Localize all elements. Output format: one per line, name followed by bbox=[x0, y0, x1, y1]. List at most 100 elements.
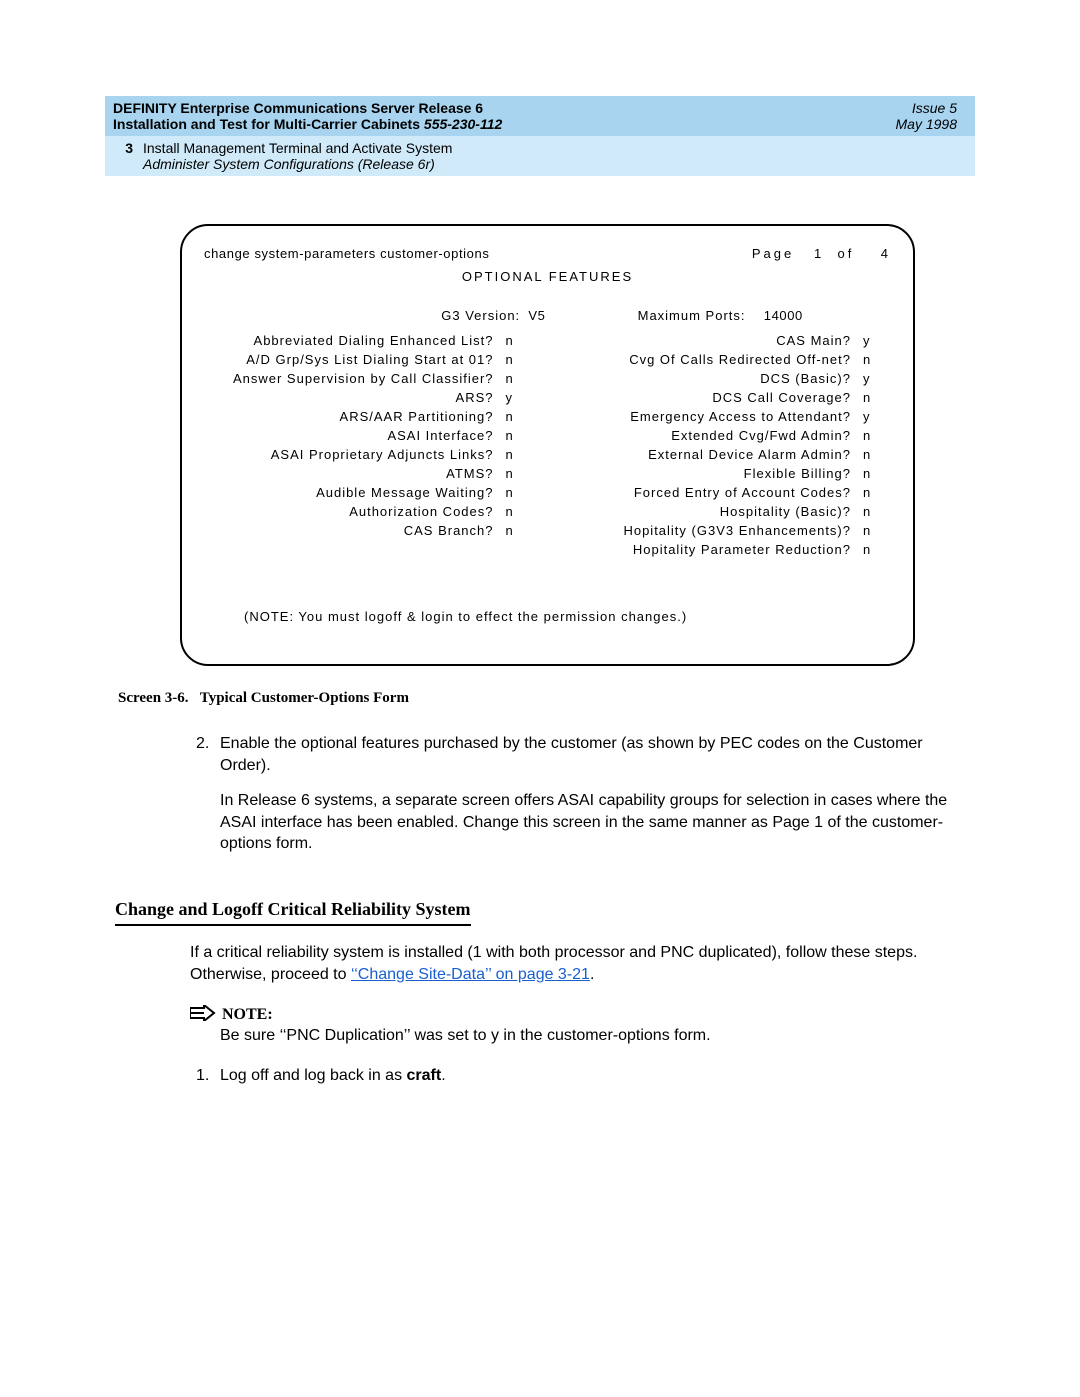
field-value: n bbox=[494, 485, 534, 500]
field-value: n bbox=[494, 409, 534, 424]
field-label: ARS/AAR Partitioning? bbox=[340, 409, 494, 424]
field-label: DCS (Basic)? bbox=[760, 371, 851, 386]
field-label: External Device Alarm Admin? bbox=[648, 447, 851, 462]
field-value: n bbox=[851, 390, 891, 405]
note-text-a: Be sure ‘‘PNC Duplication’’ bbox=[220, 1027, 410, 1044]
field-label: CAS Main? bbox=[776, 333, 851, 348]
chapter-title: Install Management Terminal and Activate… bbox=[143, 140, 452, 156]
step-1-text-c: . bbox=[441, 1067, 445, 1084]
field-value: n bbox=[494, 447, 534, 462]
terminal-field: CAS Main?y bbox=[562, 333, 892, 348]
terminal-command: change system-parameters customer-option… bbox=[204, 246, 752, 261]
note-block: NOTE: bbox=[190, 999, 975, 1025]
field-value: n bbox=[851, 485, 891, 500]
g3-version-value: V5 bbox=[524, 308, 545, 323]
field-label: Abbreviated Dialing Enhanced List? bbox=[254, 333, 494, 348]
field-label: ASAI Interface? bbox=[387, 428, 493, 443]
note-label: NOTE: bbox=[222, 1006, 273, 1024]
terminal-field: Answer Supervision by Call Classifier?n bbox=[204, 371, 534, 386]
terminal-field: Audible Message Waiting?n bbox=[204, 485, 534, 500]
doc-title-2a: Installation and Test for Multi-Carrier … bbox=[113, 116, 424, 132]
intro-text-b: . bbox=[590, 966, 594, 983]
caption-text: Typical Customer-Options Form bbox=[200, 690, 409, 706]
terminal-columns: Abbreviated Dialing Enhanced List?nA/D G… bbox=[204, 329, 891, 561]
terminal-field: A/D Grp/Sys List Dialing Start at 01?n bbox=[204, 352, 534, 367]
terminal-field: ARS?y bbox=[204, 390, 534, 405]
figure-caption: Screen 3-6. Typical Customer-Options For… bbox=[118, 690, 1080, 707]
terminal-field: Emergency Access to Attendant?y bbox=[562, 409, 892, 424]
terminal-field: Authorization Codes?n bbox=[204, 504, 534, 519]
g3-version-label: G3 Version: bbox=[441, 308, 520, 323]
terminal-info-row: G3 Version: V5 Maximum Ports: 14000 bbox=[204, 308, 891, 323]
field-value: y bbox=[851, 333, 891, 348]
doc-title-line2: Installation and Test for Multi-Carrier … bbox=[113, 116, 896, 132]
step-2: 2.Enable the optional features purchased… bbox=[220, 733, 975, 776]
terminal-field: Hopitality (G3V3 Enhancements)?n bbox=[562, 523, 892, 538]
header-left: DEFINITY Enterprise Communications Serve… bbox=[113, 100, 896, 132]
field-label: Audible Message Waiting? bbox=[316, 485, 493, 500]
field-label: Forced Entry of Account Codes? bbox=[634, 485, 851, 500]
field-label: Emergency Access to Attendant? bbox=[630, 409, 851, 424]
field-value: y bbox=[851, 409, 891, 424]
issue-label: Issue 5 bbox=[896, 100, 957, 116]
terminal-right-col: CAS Main?yCvg Of Calls Redirected Off-ne… bbox=[562, 329, 892, 561]
field-value: n bbox=[851, 447, 891, 462]
field-label: Hopitality Parameter Reduction? bbox=[633, 542, 851, 557]
terminal-field: Flexible Billing?n bbox=[562, 466, 892, 481]
field-label: ARS? bbox=[456, 390, 494, 405]
terminal-field: ASAI Proprietary Adjuncts Links?n bbox=[204, 447, 534, 462]
field-label: Cvg Of Calls Redirected Off-net? bbox=[629, 352, 851, 367]
field-value: n bbox=[494, 371, 534, 386]
terminal-field: Cvg Of Calls Redirected Off-net?n bbox=[562, 352, 892, 367]
field-label: Hopitality (G3V3 Enhancements)? bbox=[623, 523, 851, 538]
field-value: n bbox=[851, 523, 891, 538]
doc-title-line1: DEFINITY Enterprise Communications Serve… bbox=[113, 100, 896, 116]
field-value: n bbox=[494, 352, 534, 367]
terminal-field: CAS Branch?n bbox=[204, 523, 534, 538]
section-heading: Change and Logoff Critical Reliability S… bbox=[115, 899, 471, 926]
field-label: CAS Branch? bbox=[404, 523, 494, 538]
step-2-p1: Enable the optional features purchased b… bbox=[220, 735, 923, 774]
field-label: Answer Supervision by Call Classifier? bbox=[233, 371, 494, 386]
note-text-b: was set to y in the customer-options for… bbox=[410, 1027, 711, 1044]
running-header-bar1: DEFINITY Enterprise Communications Serve… bbox=[105, 96, 975, 136]
field-label: ASAI Proprietary Adjuncts Links? bbox=[271, 447, 494, 462]
field-value: n bbox=[851, 466, 891, 481]
step-1-text-a: Log off and log back in as bbox=[220, 1067, 407, 1084]
field-value: n bbox=[851, 504, 891, 519]
terminal-field: Hospitality (Basic)?n bbox=[562, 504, 892, 519]
terminal-field: ASAI Interface?n bbox=[204, 428, 534, 443]
note-arrow-icon bbox=[190, 1001, 216, 1027]
terminal-field: Extended Cvg/Fwd Admin?n bbox=[562, 428, 892, 443]
terminal-field: DCS (Basic)?y bbox=[562, 371, 892, 386]
terminal-top-row: change system-parameters customer-option… bbox=[204, 246, 891, 261]
field-value: n bbox=[851, 428, 891, 443]
field-value: n bbox=[494, 466, 534, 481]
field-label: Hospitality (Basic)? bbox=[720, 504, 851, 519]
doc-number: 555-230-112 bbox=[424, 116, 502, 132]
page: DEFINITY Enterprise Communications Serve… bbox=[0, 96, 1080, 1085]
field-value: n bbox=[851, 352, 891, 367]
field-value: n bbox=[494, 428, 534, 443]
terminal-section-title: OPTIONAL FEATURES bbox=[204, 269, 891, 284]
step-1-number: 1. bbox=[196, 1067, 220, 1085]
max-ports-label: Maximum Ports: bbox=[638, 308, 746, 323]
terminal-footer-note: (NOTE: You must logoff & login to effect… bbox=[244, 609, 891, 624]
issue-date: May 1998 bbox=[896, 116, 957, 132]
max-ports-value: 14000 bbox=[750, 308, 803, 323]
field-label: Extended Cvg/Fwd Admin? bbox=[671, 428, 851, 443]
field-value: y bbox=[851, 371, 891, 386]
terminal-field: Hopitality Parameter Reduction?n bbox=[562, 542, 892, 557]
step-1-craft: craft bbox=[407, 1067, 442, 1084]
field-value: n bbox=[494, 504, 534, 519]
field-value: n bbox=[851, 542, 891, 557]
field-label: Flexible Billing? bbox=[744, 466, 851, 481]
note-body: Be sure ‘‘PNC Duplication’’ was set to y… bbox=[220, 1027, 975, 1045]
step-number: 2. bbox=[196, 733, 220, 755]
cross-ref-link[interactable]: ‘‘Change Site-Data’’ on page 3-21 bbox=[351, 966, 590, 983]
terminal-field: ARS/AAR Partitioning?n bbox=[204, 409, 534, 424]
field-label: Authorization Codes? bbox=[349, 504, 493, 519]
field-value: n bbox=[494, 333, 534, 348]
field-label: A/D Grp/Sys List Dialing Start at 01? bbox=[246, 352, 493, 367]
chapter-subtitle: Administer System Configurations (Releas… bbox=[143, 156, 452, 172]
